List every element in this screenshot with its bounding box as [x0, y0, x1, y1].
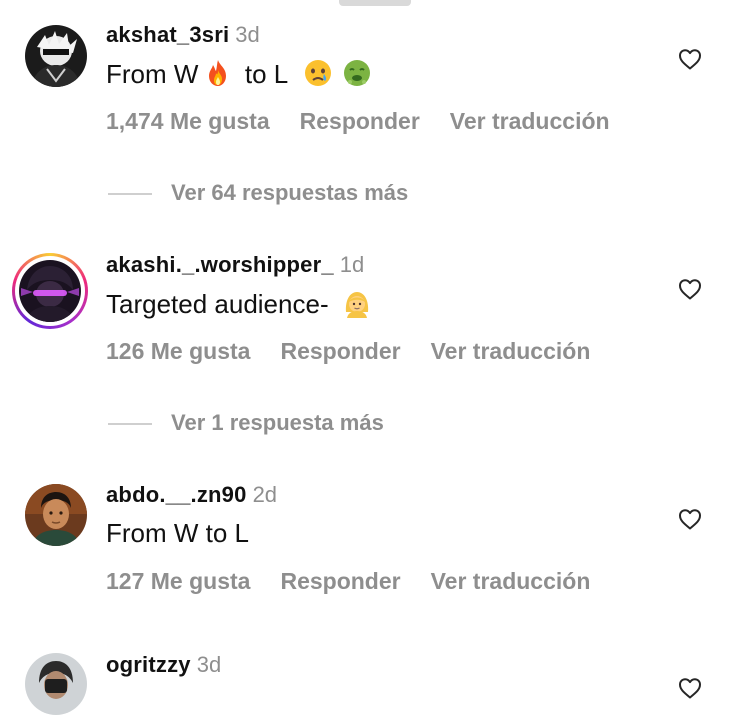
view-more-replies-label: Ver 1 respuesta más [171, 410, 384, 435]
view-more-replies-button[interactable]: Ver 1 respuesta más [108, 410, 384, 436]
avatar[interactable] [25, 484, 87, 546]
avatar-image [19, 260, 81, 322]
comment-header: abdo.__.zn90 2d [106, 482, 277, 508]
comment-text-part: From W to L [106, 518, 250, 548]
view-more-replies-button[interactable]: Ver 64 respuestas más [108, 180, 408, 206]
like-count[interactable]: 1,474 Me gusta [106, 108, 270, 134]
translate-button[interactable]: Ver traducción [431, 338, 591, 364]
comment-header: akshat_3sri 3d [106, 22, 260, 48]
timestamp: 3d [235, 22, 260, 47]
story-ring-gap [15, 256, 85, 326]
replies-divider-line [108, 193, 152, 196]
comment-text-part: Targeted audience- [106, 289, 329, 319]
like-count[interactable]: 127 Me gusta [106, 568, 250, 594]
comment-text: From W to L [106, 58, 373, 90]
avatar[interactable] [25, 25, 87, 87]
comment-text: From W to L [106, 518, 249, 549]
comment-text-part: From W [106, 59, 199, 89]
avatar-image [25, 653, 87, 715]
username[interactable]: ogritzzy [106, 652, 191, 677]
view-more-replies-label: Ver 64 respuestas más [171, 180, 409, 205]
username[interactable]: abdo.__.zn90 [106, 482, 247, 507]
like-count[interactable]: 126 Me gusta [106, 338, 250, 364]
comment-actions: 126 Me gusta Responder Ver traducción [106, 338, 620, 365]
timestamp: 2d [252, 482, 278, 507]
replies-divider-line [108, 423, 152, 426]
nauseated-face-emoji [343, 60, 370, 86]
crying-face-emoji [304, 60, 331, 86]
avatar-image [25, 484, 87, 546]
comment-text-part: to L [244, 59, 288, 89]
comment-actions: 127 Me gusta Responder Ver traducción [106, 568, 620, 595]
username[interactable]: akshat_3sri [106, 22, 229, 47]
translate-button[interactable]: Ver traducción [450, 108, 610, 134]
heart-outline-icon[interactable] [678, 677, 702, 699]
reply-button[interactable]: Responder [300, 108, 420, 134]
avatar[interactable] [19, 260, 81, 322]
comment-actions: 1,474 Me gusta Responder Ver traducción [106, 108, 640, 135]
reply-button[interactable]: Responder [280, 568, 400, 594]
story-ring[interactable] [12, 253, 88, 329]
heart-outline-icon[interactable] [678, 278, 702, 300]
avatar-image [25, 25, 87, 87]
comment-header: akashi._.worshipper_ 1d [106, 252, 364, 278]
comment-header: ogritzzy 3d [106, 652, 221, 678]
heart-outline-icon[interactable] [678, 48, 702, 70]
translate-button[interactable]: Ver traducción [431, 568, 591, 594]
comment-text: Targeted audience- [106, 288, 373, 320]
username[interactable]: akashi._.worshipper_ [106, 252, 334, 277]
fire-emoji [208, 60, 226, 86]
person-blond-hair-emoji [345, 292, 368, 318]
heart-outline-icon[interactable] [678, 508, 702, 530]
avatar[interactable] [25, 653, 87, 715]
timestamp: 1d [339, 252, 365, 277]
reply-button[interactable]: Responder [280, 338, 400, 364]
timestamp: 3d [196, 652, 222, 677]
sheet-drag-handle[interactable] [339, 0, 411, 6]
